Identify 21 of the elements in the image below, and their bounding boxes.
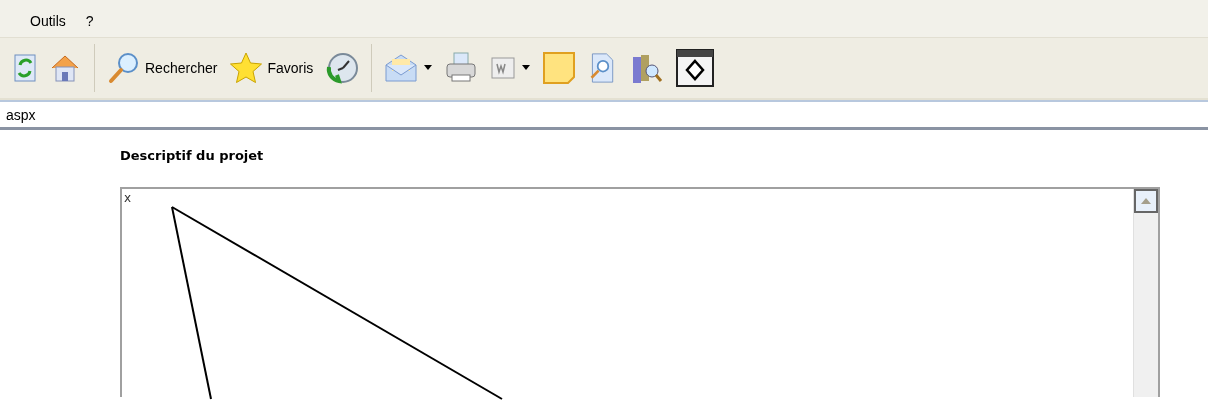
menu-item[interactable]: ? (79, 10, 100, 31)
menu-item[interactable]: Outils (24, 10, 72, 31)
toolbar-button[interactable]: Rechercher (101, 46, 224, 90)
toolbar-button[interactable]: Favoris (223, 46, 320, 90)
text-area-value: x (123, 190, 133, 207)
scrollbar[interactable] (1133, 189, 1158, 397)
star-icon (229, 51, 264, 85)
document-icon (490, 55, 517, 81)
search-icon (107, 51, 141, 85)
section-heading: Descriptif du projet (120, 148, 265, 163)
frame-icon (676, 49, 715, 87)
text-area[interactable]: x (120, 187, 1160, 397)
note-icon (542, 51, 577, 85)
address-field[interactable]: aspx (0, 106, 614, 123)
caret-icon (424, 65, 433, 71)
scroll-up-button[interactable] (1134, 189, 1158, 213)
refresh-icon (14, 51, 36, 85)
up-arrow-icon (1141, 198, 1151, 204)
clock-icon (325, 51, 360, 85)
printer-icon (444, 51, 479, 85)
caret-icon (522, 65, 531, 71)
